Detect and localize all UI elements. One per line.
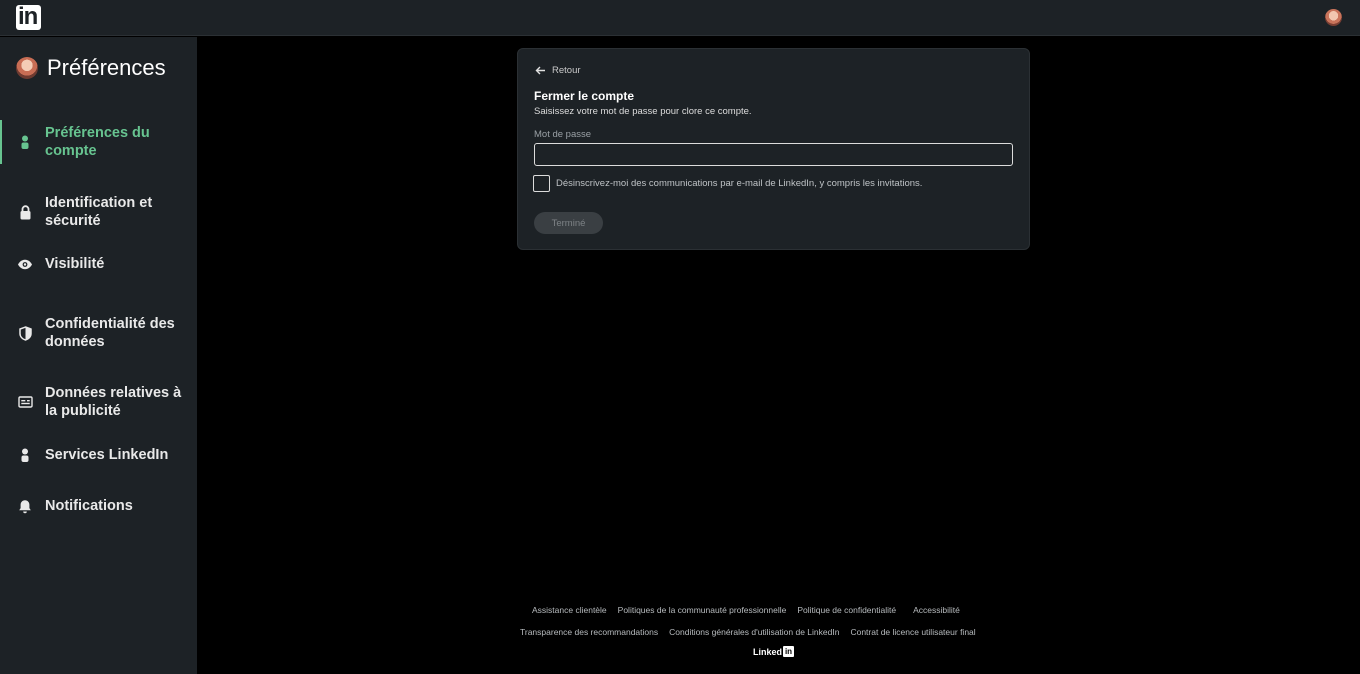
footer-link-accessibility[interactable]: Accessibilité: [913, 605, 960, 615]
footer-link-community-policies[interactable]: Politiques de la communauté professionne…: [618, 605, 787, 615]
sidebar-item-label: Notifications: [45, 498, 133, 514]
sidebar-item-notifications[interactable]: Notifications: [0, 497, 197, 515]
avatar: [16, 57, 38, 79]
page-title: Préférences: [47, 55, 166, 80]
footer-link-eula[interactable]: Contrat de licence utilisateur final: [850, 627, 975, 637]
brand-text: Linked: [753, 646, 783, 657]
settings-sidebar: Préférences Préférences du compte Identi…: [0, 37, 197, 674]
sidebar-item-security[interactable]: Identification et sécurité: [0, 194, 197, 230]
shield-icon: [17, 325, 33, 341]
footer-link-privacy-policy[interactable]: Politique de confidentialité: [797, 605, 896, 615]
footer-links-row-1: Assistance clientèle Politiques de la co…: [532, 605, 960, 615]
sidebar-item-label: Identification et sécurité: [45, 195, 153, 229]
card-title: Fermer le compte: [534, 89, 635, 103]
ad-card-icon: [17, 394, 33, 410]
sidebar-item-visibility[interactable]: Visibilité: [0, 255, 197, 273]
person-icon: [17, 134, 33, 150]
close-account-card: Retour Fermer le compte Saisissez votre …: [517, 48, 1030, 250]
user-avatar-icon[interactable]: [1325, 9, 1342, 26]
linkedin-footer-logo: Linked in: [753, 646, 795, 657]
linkedin-logo-icon[interactable]: in: [16, 5, 41, 30]
linkedin-badge-icon: in: [783, 646, 795, 657]
back-label: Retour: [552, 65, 581, 76]
sidebar-header: Préférences: [16, 55, 166, 81]
sidebar-item-label: Confidentialité des données: [45, 316, 175, 350]
eye-icon: [17, 256, 33, 272]
sidebar-item-label: Données relatives à la publicité: [45, 385, 182, 419]
top-navbar: in: [0, 0, 1360, 36]
arrow-left-icon: [535, 66, 545, 75]
footer-link-customer-support[interactable]: Assistance clientèle: [532, 605, 607, 615]
sidebar-item-label: Préférences du compte: [45, 125, 150, 159]
bell-icon: [17, 498, 33, 514]
footer-link-terms-of-use[interactable]: Conditions générales d'utilisation de Li…: [669, 627, 839, 637]
sidebar-item-linkedin-services[interactable]: Services LinkedIn: [0, 446, 197, 464]
lock-icon: [17, 204, 33, 220]
footer-links-row-2: Transparence des recommandations Conditi…: [520, 627, 976, 637]
done-button[interactable]: Terminé: [534, 212, 603, 234]
back-button[interactable]: Retour: [535, 65, 581, 76]
footer-link-recommendation-transparency[interactable]: Transparence des recommandations: [520, 627, 658, 637]
person-icon: [17, 447, 33, 463]
card-subtitle: Saisissez votre mot de passe pour clore …: [534, 106, 752, 117]
sidebar-item-account-preferences[interactable]: Préférences du compte: [0, 120, 197, 164]
sidebar-item-label: Services LinkedIn: [45, 447, 169, 463]
password-input[interactable]: [534, 143, 1013, 166]
password-label: Mot de passe: [534, 129, 592, 140]
unsubscribe-checkbox[interactable]: [533, 175, 550, 192]
sidebar-item-advertising-data[interactable]: Données relatives à la publicité: [0, 384, 197, 420]
sidebar-item-data-privacy[interactable]: Confidentialité des données: [0, 315, 197, 351]
unsubscribe-label: Désinscrivez-moi des communications par …: [556, 178, 923, 189]
sidebar-item-label: Visibilité: [45, 256, 105, 272]
unsubscribe-checkbox-row[interactable]: Désinscrivez-moi des communications par …: [533, 175, 922, 192]
